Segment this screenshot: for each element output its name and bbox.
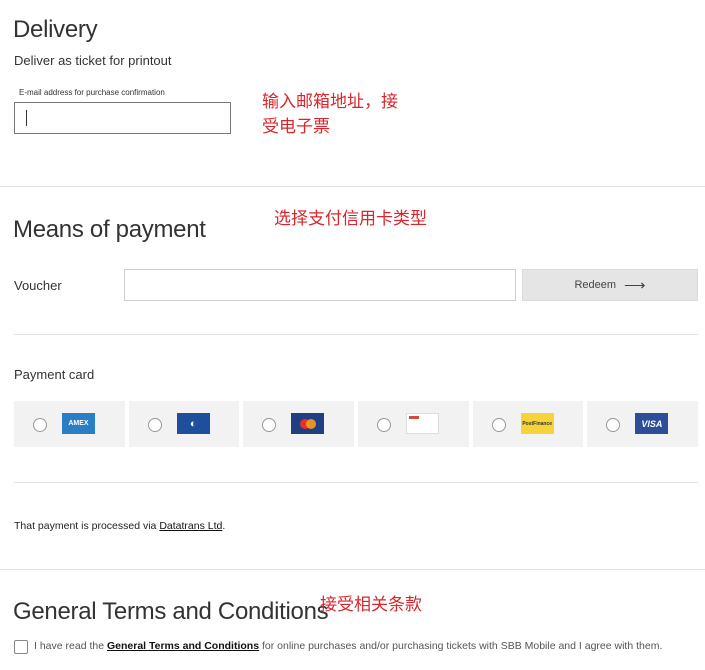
payment-divider [14,334,698,335]
radio-button[interactable] [606,418,621,432]
delivery-annotation-line2: 受电子票 [262,117,330,137]
card-option-mastercard[interactable] [243,401,355,447]
visa-logo-icon: VISA [635,413,669,434]
mastercard-logo-icon [291,413,325,434]
radio-button[interactable] [33,418,47,432]
arrow-right-icon: ⟶ [624,277,646,294]
redeem-button[interactable]: Redeem ⟶ [522,269,698,301]
card-option-postfinance[interactable]: PostFinance [472,401,584,447]
terms-suffix: for online purchases and/or purchasing t… [259,640,663,652]
card-logo-icon [406,413,440,434]
email-field[interactable] [14,102,231,134]
delivery-title: Delivery [13,16,98,43]
payment-processor-note: That payment is processed via Datatrans … [14,520,225,532]
card-option-amex[interactable]: AMEX [14,401,125,447]
terms-title: General Terms and Conditions [13,598,329,625]
processor-suffix: . [222,520,226,532]
voucher-input[interactable] [124,269,516,301]
diners-logo-icon: ◐ [176,413,210,434]
payment-card-label: Payment card [14,367,95,382]
amex-logo-icon: AMEX [62,413,95,434]
redeem-label: Redeem [574,279,617,291]
radio-button[interactable] [147,418,162,432]
datatrans-link[interactable]: Datatrans Ltd [159,520,222,532]
card-stripe-icon [409,416,420,419]
terms-annotation: 接受相关条款 [320,595,422,615]
payment-bottom-divider [14,482,698,483]
payment-card-options: AMEX ◐ PostFinance VISA [14,401,699,447]
delivery-annotation-line1: 输入邮箱地址，接 [262,92,398,112]
terms-prefix: I have read the [34,640,107,652]
payment-annotation: 选择支付信用卡类型 [274,209,427,229]
card-option-diners[interactable]: ◐ [128,401,240,447]
radio-button[interactable] [377,418,392,432]
section-divider [0,186,705,187]
payment-title: Means of payment [13,216,206,243]
radio-button[interactable] [491,418,506,432]
email-label: E-mail address for purchase confirmation [19,88,165,97]
text-caret [26,110,27,126]
mastercard-circles-icon [299,418,316,429]
delivery-subtitle: Deliver as ticket for printout [14,53,172,68]
terms-link[interactable]: General Terms and Conditions [107,640,259,652]
postfinance-logo-icon: PostFinance [520,413,554,434]
delivery-annotation: 输入邮箱地址，接 受电子票 [262,90,398,140]
terms-divider [0,569,705,570]
radio-button[interactable] [262,418,277,432]
card-option-visa[interactable]: VISA [587,401,699,447]
voucher-label: Voucher [14,278,62,293]
terms-checkbox[interactable] [14,640,28,654]
card-option-other[interactable] [358,401,469,447]
processor-prefix: That payment is processed via [14,520,160,532]
terms-agreement-text: I have read the General Terms and Condit… [34,640,662,652]
